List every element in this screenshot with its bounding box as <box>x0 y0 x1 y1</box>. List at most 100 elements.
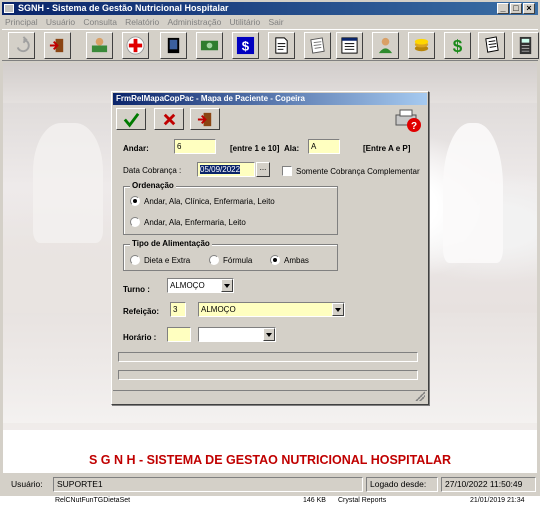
notes-icon <box>485 36 499 53</box>
calculator-icon <box>519 36 532 55</box>
exit-button[interactable] <box>190 108 220 130</box>
svg-text:$: $ <box>242 38 250 53</box>
user-value: SUPORTE1 <box>53 477 363 492</box>
toolbar-calculator-button[interactable] <box>512 32 539 59</box>
patient-icon <box>91 37 108 53</box>
login-value: 27/10/2022 11:50:49 <box>441 477 536 492</box>
dialog-title: FrmRelMapaCopPac - Mapa de Paciente - Co… <box>113 93 427 105</box>
toolbar-health-button[interactable] <box>122 32 149 59</box>
toolbar-list-button[interactable] <box>336 32 363 59</box>
tipo-alimentacao-title: Tipo de Alimentação <box>130 239 212 248</box>
ordenacao-group: Ordenação Andar, Ala, Clínica, Enfermari… <box>123 181 338 235</box>
book-icon <box>167 37 180 54</box>
list-window-icon <box>341 37 358 54</box>
close-button[interactable]: × <box>523 3 535 14</box>
andar-hint: [entre 1 e 10] <box>230 144 280 153</box>
turno-select[interactable]: ALMOÇO <box>167 278 234 293</box>
report-icon <box>310 37 325 54</box>
toolbar-undo-button[interactable] <box>8 32 35 59</box>
toolbar-document-button[interactable] <box>268 32 295 59</box>
ordenacao-title: Ordenação <box>130 181 176 190</box>
tipo-alimentacao-group: Tipo de Alimentação Dieta e Extra Fórmul… <box>123 239 338 271</box>
toolbar-billing-button[interactable]: $ <box>232 32 259 59</box>
chevron-down-icon[interactable] <box>263 328 275 341</box>
andar-label: Andar: <box>123 144 149 153</box>
background-figure-right <box>443 123 503 263</box>
toolbar-payment-button[interactable]: $ <box>444 32 471 59</box>
ala-input[interactable]: A <box>308 139 340 154</box>
dialog-status-bar <box>113 390 427 403</box>
andar-input[interactable]: 6 <box>174 139 216 154</box>
exit-door-icon <box>197 112 211 126</box>
menu-administracao[interactable]: Administração <box>164 16 224 29</box>
coins-icon <box>414 38 429 52</box>
menu-consulta[interactable]: Consulta <box>80 16 120 29</box>
somente-cobranca-label: Somente Cobrança Complementar <box>296 167 420 176</box>
toolbar-user-button[interactable] <box>372 32 399 59</box>
login-label: Logado desde: <box>366 477 438 492</box>
file-date: 21/01/2019 21:34 <box>470 497 525 504</box>
refeicao-label: Refeição: <box>123 307 160 316</box>
turno-label: Turno : <box>123 285 150 294</box>
horario-label: Horário : <box>123 333 157 342</box>
menu-utilitario[interactable]: Utilitário <box>227 16 264 29</box>
app-icon <box>4 4 14 13</box>
window-title: SGNH - Sistema de Gestão Nutricional Hos… <box>18 3 229 13</box>
print-help-button[interactable]: ? <box>394 107 422 133</box>
confirm-button[interactable] <box>116 108 146 130</box>
toolbar-coins-button[interactable] <box>408 32 435 59</box>
main-toolbar: $ $ <box>2 29 539 61</box>
menu-usuario[interactable]: Usuário <box>43 16 78 29</box>
undo-icon <box>16 36 30 53</box>
toolbar-report-button[interactable] <box>304 32 331 59</box>
ambas-radio[interactable] <box>270 255 280 265</box>
background-figure-left <box>33 123 103 243</box>
ordenacao-option-2-radio[interactable] <box>130 217 140 227</box>
printer-help-icon: ? <box>395 109 421 132</box>
toolbar-money-button[interactable] <box>196 32 223 59</box>
chevron-down-icon[interactable] <box>221 279 233 292</box>
checkmark-icon <box>123 112 139 127</box>
system-banner: S G N H - SISTEMA DE GESTAO NUTRICIONAL … <box>3 430 537 473</box>
refeicao-select[interactable]: ALMOÇO <box>198 302 345 317</box>
progress-bar-1 <box>118 352 418 362</box>
svg-text:$: $ <box>453 37 463 55</box>
minimize-button[interactable]: _ <box>497 3 509 14</box>
menu-bar: Principal Usuário Consulta Relatório Adm… <box>2 16 538 29</box>
toolbar-book-button[interactable] <box>160 32 187 59</box>
refeicao-code-input[interactable]: 3 <box>170 302 186 317</box>
dieta-extra-radio[interactable] <box>130 255 140 265</box>
menu-relatorio[interactable]: Relatório <box>122 16 162 29</box>
toolbar-patient-button[interactable] <box>86 32 113 59</box>
toolbar-notes-button[interactable] <box>478 32 505 59</box>
mapa-paciente-dialog: FrmRelMapaCopPac - Mapa de Paciente - Co… <box>111 91 429 405</box>
data-cobranca-label: Data Cobrança : <box>123 166 182 175</box>
background-file-list: RelCNutFunTGDietaSet 146 KB Crystal Repo… <box>0 496 540 505</box>
file-type: Crystal Reports <box>338 497 387 504</box>
horario-select[interactable] <box>198 327 276 342</box>
user-label: Usuário: <box>11 479 43 489</box>
data-cobranca-input[interactable]: 05/09/2022 <box>197 162 255 177</box>
title-bar: SGNH - Sistema de Gestão Nutricional Hos… <box>2 2 538 15</box>
maximize-button[interactable]: □ <box>510 3 522 14</box>
horario-input[interactable] <box>167 327 191 342</box>
ordenacao-option-1-radio[interactable] <box>130 196 140 206</box>
menu-principal[interactable]: Principal <box>2 16 41 29</box>
menu-sair[interactable]: Sair <box>265 16 286 29</box>
resize-grip-icon[interactable] <box>415 391 425 401</box>
data-cobranca-value: 05/09/2022 <box>200 165 241 174</box>
ambas-label: Ambas <box>284 256 309 265</box>
file-name: RelCNutFunTGDietaSet <box>55 497 131 504</box>
cancel-button[interactable] <box>154 108 184 130</box>
turno-value: ALMOÇO <box>170 281 205 290</box>
chevron-down-icon[interactable] <box>332 303 344 316</box>
somente-cobranca-checkbox[interactable] <box>282 166 292 176</box>
formula-radio[interactable] <box>209 255 219 265</box>
toolbar-exit-button[interactable] <box>44 32 71 59</box>
svg-text:?: ? <box>411 121 417 132</box>
date-picker-button[interactable]: ... <box>256 162 270 177</box>
exit-door-icon <box>49 38 64 53</box>
dieta-extra-label: Dieta e Extra <box>144 256 191 265</box>
refeicao-value: ALMOÇO <box>201 305 236 314</box>
dollar-icon: $ <box>236 36 255 55</box>
